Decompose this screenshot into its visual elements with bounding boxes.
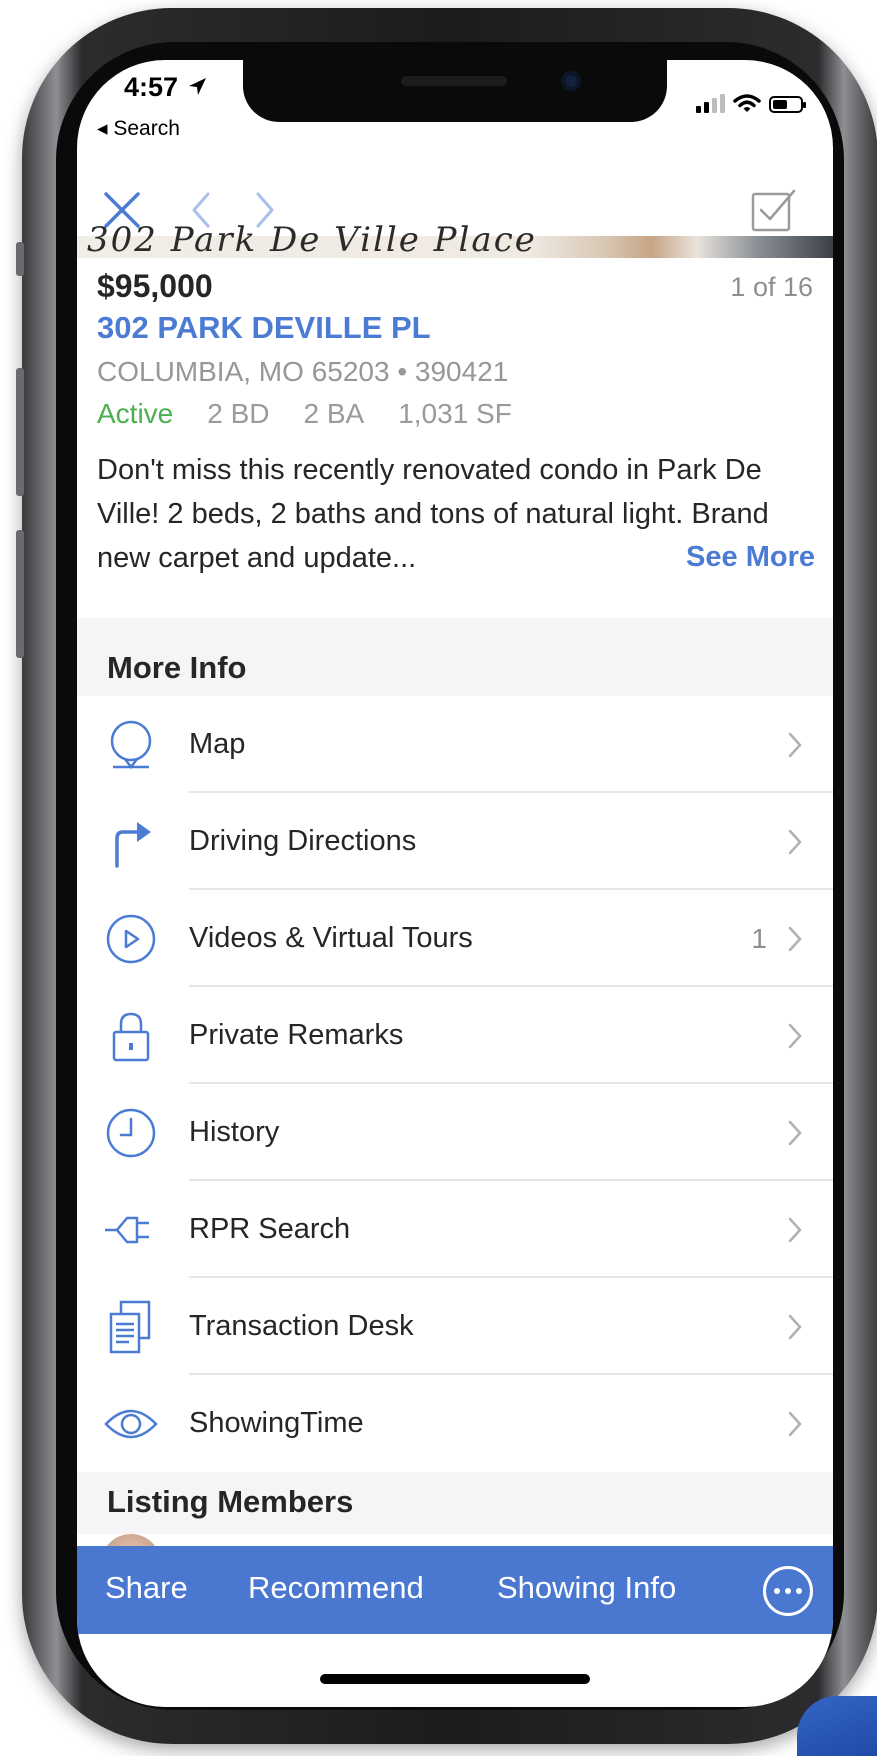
list-item-label: RPR Search — [189, 1213, 351, 1245]
chevron-right-icon — [788, 1023, 802, 1048]
plug-icon — [105, 1216, 149, 1243]
list-item-label: Transaction Desk — [189, 1310, 414, 1342]
chevron-right-icon — [788, 829, 802, 854]
chevron-right-icon — [788, 1314, 802, 1339]
list-item-label: Videos & Virtual Tours — [189, 922, 473, 954]
section-title: Listing Members — [107, 1484, 354, 1519]
status-time: 4:57 — [124, 72, 208, 103]
square-feet: 1,031 SF — [398, 398, 512, 429]
listing-description: Don't miss this recently renovated condo… — [97, 448, 817, 580]
list-item-label: ShowingTime — [189, 1407, 364, 1439]
side-button — [16, 242, 24, 276]
listing-facts: Active 2 BD 2 BA 1,031 SF — [97, 398, 512, 430]
beds: 2 BD — [207, 398, 270, 429]
list-item-count: 1 — [751, 922, 767, 954]
list-item-label: Driving Directions — [189, 825, 417, 857]
notch — [243, 60, 667, 122]
turn-right-arrow-icon — [115, 821, 151, 868]
listing-price: $95,000 — [97, 268, 213, 304]
list-item-transaction-desk[interactable]: Transaction Desk — [77, 1278, 833, 1375]
list-item-label: Private Remarks — [189, 1019, 404, 1051]
cellular-signal-icon — [696, 94, 725, 113]
see-more-link[interactable]: See More — [686, 535, 815, 579]
chevron-right-icon — [788, 1217, 802, 1242]
list-item-showingtime[interactable]: ShowingTime — [77, 1375, 833, 1472]
eye-icon — [104, 1409, 158, 1438]
list-item-label: History — [189, 1116, 280, 1148]
map-pin-icon — [110, 720, 152, 769]
recommend-button[interactable]: Recommend — [248, 1570, 424, 1606]
clock-icon — [106, 1108, 156, 1157]
documents-icon — [109, 1300, 151, 1353]
checkbox-checked-icon — [751, 189, 796, 232]
bottom-toolbar: Share Recommend Showing Info — [77, 1546, 833, 1634]
list-item-rpr-search[interactable]: RPR Search — [77, 1181, 833, 1278]
list-item-videos-virtual-tours[interactable]: Videos & Virtual Tours 1 — [77, 890, 833, 987]
home-indicator[interactable] — [320, 1674, 590, 1684]
listing-counter: 1 of 16 — [730, 272, 813, 302]
list-item-map[interactable]: Map — [77, 696, 833, 793]
more-icon[interactable] — [763, 1566, 813, 1616]
list-item-history[interactable]: History — [77, 1084, 833, 1181]
status-badge: Active — [97, 398, 174, 429]
lock-icon — [112, 1012, 150, 1061]
listing-photo[interactable]: 302 Park De Ville Place — [77, 220, 833, 260]
status-icons — [696, 94, 806, 114]
list-item-private-remarks[interactable]: Private Remarks — [77, 987, 833, 1084]
listing-city-line: COLUMBIA, MO 65203 • 390421 — [97, 356, 509, 387]
chevron-right-icon — [788, 926, 802, 951]
baths: 2 BA — [303, 398, 365, 429]
play-circle-icon — [106, 914, 156, 963]
showing-info-button[interactable]: Showing Info — [497, 1570, 676, 1606]
chevron-right-icon — [788, 1411, 802, 1436]
chevron-right-icon — [788, 732, 802, 757]
chevron-right-icon — [788, 1120, 802, 1145]
volume-down-button — [16, 530, 24, 658]
wifi-icon — [733, 94, 761, 112]
volume-up-button — [16, 368, 24, 496]
back-to-search-link[interactable]: ◂ Search — [97, 116, 180, 141]
more-info-list: Map Driving Directions Videos & Virtual … — [77, 696, 833, 1472]
list-item-label: Map — [189, 728, 246, 760]
battery-icon — [769, 95, 806, 113]
location-arrow-icon — [188, 78, 206, 95]
description-text: Don't miss this recently renovated condo… — [97, 454, 769, 574]
share-button[interactable]: Share — [105, 1570, 188, 1606]
section-title: More Info — [107, 650, 247, 685]
list-item-driving-directions[interactable]: Driving Directions — [77, 793, 833, 890]
listing-address[interactable]: 302 PARK DEVILLE PL — [97, 310, 431, 346]
phone-screen: 4:57 ◂ Search 302 Park De Ville Place $9… — [77, 60, 833, 1707]
